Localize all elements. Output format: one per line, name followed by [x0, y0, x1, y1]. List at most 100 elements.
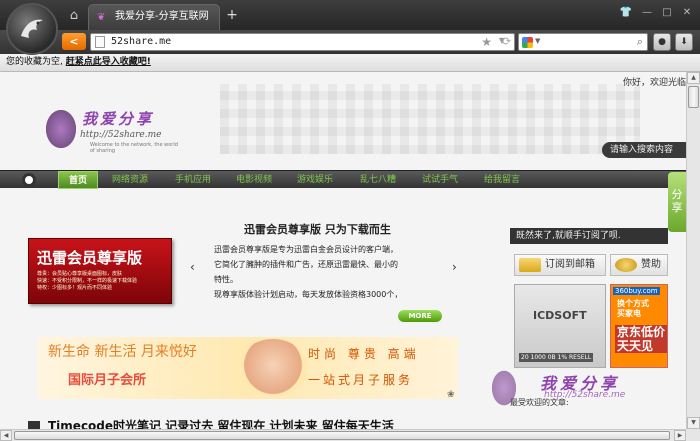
promo-banner[interactable]: 新生命 新生活 月来悦好 国际月子会所 时尚 尊贵 高端 一站式月子服务 [38, 337, 458, 399]
coin-icon [615, 258, 637, 272]
search-icon[interactable]: ⌕ [637, 35, 643, 49]
subscribe-label: 订阅到邮箱 [545, 259, 595, 270]
ad-badge: 360buy.com [613, 287, 660, 295]
import-bookmarks-link[interactable]: 赶紧点此导入收藏吧! [66, 57, 151, 67]
shirt-icon[interactable]: 👕 [619, 6, 633, 20]
browser-logo-icon[interactable] [6, 3, 58, 55]
description-line: 特性。 [214, 275, 238, 284]
description-line: 现尊享版体验计划启动，每天发放体验资格3000个， [214, 290, 403, 299]
search-engine-icon[interactable] [522, 37, 533, 48]
nav-item-message[interactable]: 给我留言 [484, 171, 520, 189]
featured-description: 迅雷会员尊享版是专为迅雷白金会员设计的客户端， 它简化了臃肿的插件和广告，还原迅… [214, 242, 444, 302]
watermark-logo: 我爱分享 http://52share.me [488, 364, 684, 424]
nav-item-misc[interactable]: 乱七八糟 [360, 171, 396, 189]
ad-text: 换个方式 买家电 [617, 299, 649, 319]
baby-image [238, 339, 308, 397]
ad-icdsoft[interactable]: ICDSOFT 20 1000 0B 1% RESELL [514, 284, 606, 368]
chevron-down-icon[interactable]: ▼ [535, 37, 540, 45]
new-tab-button[interactable]: + [224, 6, 240, 24]
promo-text: 一站式月子服务 [308, 373, 414, 387]
scroll-left-icon[interactable]: ◀ [0, 430, 12, 441]
scroll-right-icon[interactable]: ▶ [674, 430, 686, 441]
article-icon [28, 420, 40, 429]
promo-text: 时尚 尊贵 高端 [308, 347, 420, 361]
butterfly-icon [46, 110, 76, 148]
close-icon[interactable]: ✕ [680, 6, 694, 20]
browser-window: ⌂ ❦ 我爱分享-分享互联网 + 👕 — □ ✕ < 52share.me ★ … [0, 0, 700, 441]
site-tagline: Welcome to the network, the world of sha… [90, 142, 178, 154]
promo-text: 新生命 新生活 月来悦好 [48, 344, 197, 360]
site-logo-text: 我爱分享 [82, 110, 155, 128]
home-circle-icon[interactable] [22, 173, 36, 187]
ad-line: 天天见 [617, 339, 654, 353]
envelope-icon [519, 258, 541, 272]
web-page: 你好，欢迎光临 我爱分享 http://52share.me Welcome t… [0, 72, 686, 429]
url-box[interactable]: 52share.me ★ ▼ [90, 33, 515, 51]
more-button[interactable]: MORE [398, 310, 442, 322]
main-nav: 首页 网络资源 手机应用 电影视频 游戏娱乐 乱七八糟 试试手气 给我留言 [0, 170, 686, 189]
tab-title: 我爱分享-分享互联网 [115, 11, 209, 22]
banner-title: 迅雷会员尊享版 [37, 249, 143, 267]
ad-highlight: 京东低价 天天见 [615, 325, 667, 353]
nav-item-luck[interactable]: 试试手气 [422, 171, 458, 189]
chevron-right-icon[interactable]: › [452, 260, 457, 274]
shield-icon[interactable]: ● [653, 33, 671, 51]
tab-active[interactable]: ❦ 我爱分享-分享互联网 [88, 4, 220, 30]
chevron-left-icon[interactable]: ‹ [190, 260, 195, 274]
subscribe-email-button[interactable]: 订阅到邮箱 [514, 254, 606, 276]
site-logo[interactable]: 我爱分享 http://52share.me Welcome to the ne… [40, 102, 180, 162]
popular-articles-label: 最受欢迎的文章: [510, 398, 569, 407]
ad-jd[interactable]: 360buy.com 换个方式 买家电 京东低价 天天见 [610, 284, 668, 368]
nav-item-games[interactable]: 游戏娱乐 [297, 171, 333, 189]
banner-line: 快速：不受积分限制，不一样的极速下载体验 [37, 278, 138, 284]
header-mosaic [220, 84, 640, 154]
promo-text: 国际月子会所 [68, 373, 147, 388]
scroll-thumb[interactable] [688, 86, 699, 108]
nav-item-resources[interactable]: 网络资源 [112, 171, 148, 189]
featured-headline[interactable]: 迅雷会员尊享版 只为下载而生 [244, 221, 391, 237]
nav-item-home[interactable]: 首页 [58, 171, 99, 189]
download-icon[interactable]: ⬇ [675, 33, 693, 51]
home-icon[interactable]: ⌂ [64, 6, 84, 26]
article-title-text: Timecode时光笔记 记录过去 留住现在 计划未来 留住每天生活 [48, 419, 394, 429]
banner-line: 特权：少图标多！观片而不同体验 [37, 285, 113, 291]
nav-item-mobile[interactable]: 手机应用 [175, 171, 211, 189]
paw-icon: ❀ [447, 390, 455, 400]
back-icon[interactable]: < [62, 33, 86, 50]
site-logo-url: http://52share.me [80, 130, 162, 140]
donate-button[interactable]: 赞助 [610, 254, 668, 276]
scroll-corner [686, 429, 700, 441]
banner-line: 尊贵：会员贴心尊享版桌面图标，皮肤 [37, 271, 123, 277]
search-input[interactable]: ▼ ⌕ [518, 33, 648, 51]
share-tab[interactable]: 分享 [668, 172, 686, 232]
ad-line: 京东低价 [617, 325, 666, 339]
ad-line: 换个方式 [617, 299, 649, 308]
nav-item-video[interactable]: 电影视频 [236, 171, 272, 189]
title-bar: ⌂ ❦ 我爱分享-分享互联网 + 👕 — □ ✕ [0, 0, 700, 30]
star-icon[interactable]: ★ [481, 35, 492, 49]
refresh-icon[interactable]: ⟳ [502, 35, 511, 48]
maximize-icon[interactable]: □ [660, 6, 674, 20]
subscribe-bar: 既然来了,就顺手订阅了呗. [510, 228, 668, 244]
butterfly-icon: ❦ [97, 12, 106, 23]
horizontal-scrollbar[interactable]: ◀ ▶ [0, 429, 686, 441]
scroll-up-icon[interactable]: ▲ [687, 72, 700, 84]
description-line: 它简化了臃肿的插件和广告，还原迅雷最快、最小的 [214, 260, 398, 269]
site-search-input[interactable]: 请输入搜索内容 [602, 142, 686, 158]
minimize-icon[interactable]: — [640, 6, 654, 20]
description-line: 迅雷会员尊享版是专为迅雷白金会员设计的客户端， [214, 245, 398, 254]
featured-banner[interactable]: 迅雷会员尊享版 尊贵：会员贴心尊享版桌面图标，皮肤 快速：不受积分限制，不一样的… [28, 238, 172, 304]
vertical-scrollbar[interactable]: ▲ ▼ [686, 72, 700, 429]
donate-label: 赞助 [641, 259, 661, 270]
url-input[interactable]: 52share.me [111, 36, 171, 47]
bookmark-bar: 您的收藏为空, 赶紧点此导入收藏吧! [0, 54, 700, 72]
ad-subtitle: 20 1000 0B 1% RESELL [519, 353, 594, 362]
article-title[interactable]: Timecode时光笔记 记录过去 留住现在 计划未来 留住每天生活 [28, 417, 394, 429]
page-icon [95, 36, 105, 48]
scroll-thumb[interactable] [14, 431, 670, 440]
bookmark-empty-text: 您的收藏为空, [6, 57, 63, 67]
greeting-text: 你好，欢迎光临 [622, 78, 686, 88]
ad-title: ICDSOFT [533, 309, 587, 322]
scroll-down-icon[interactable]: ▼ [687, 417, 700, 429]
ad-line: 买家电 [617, 309, 641, 318]
